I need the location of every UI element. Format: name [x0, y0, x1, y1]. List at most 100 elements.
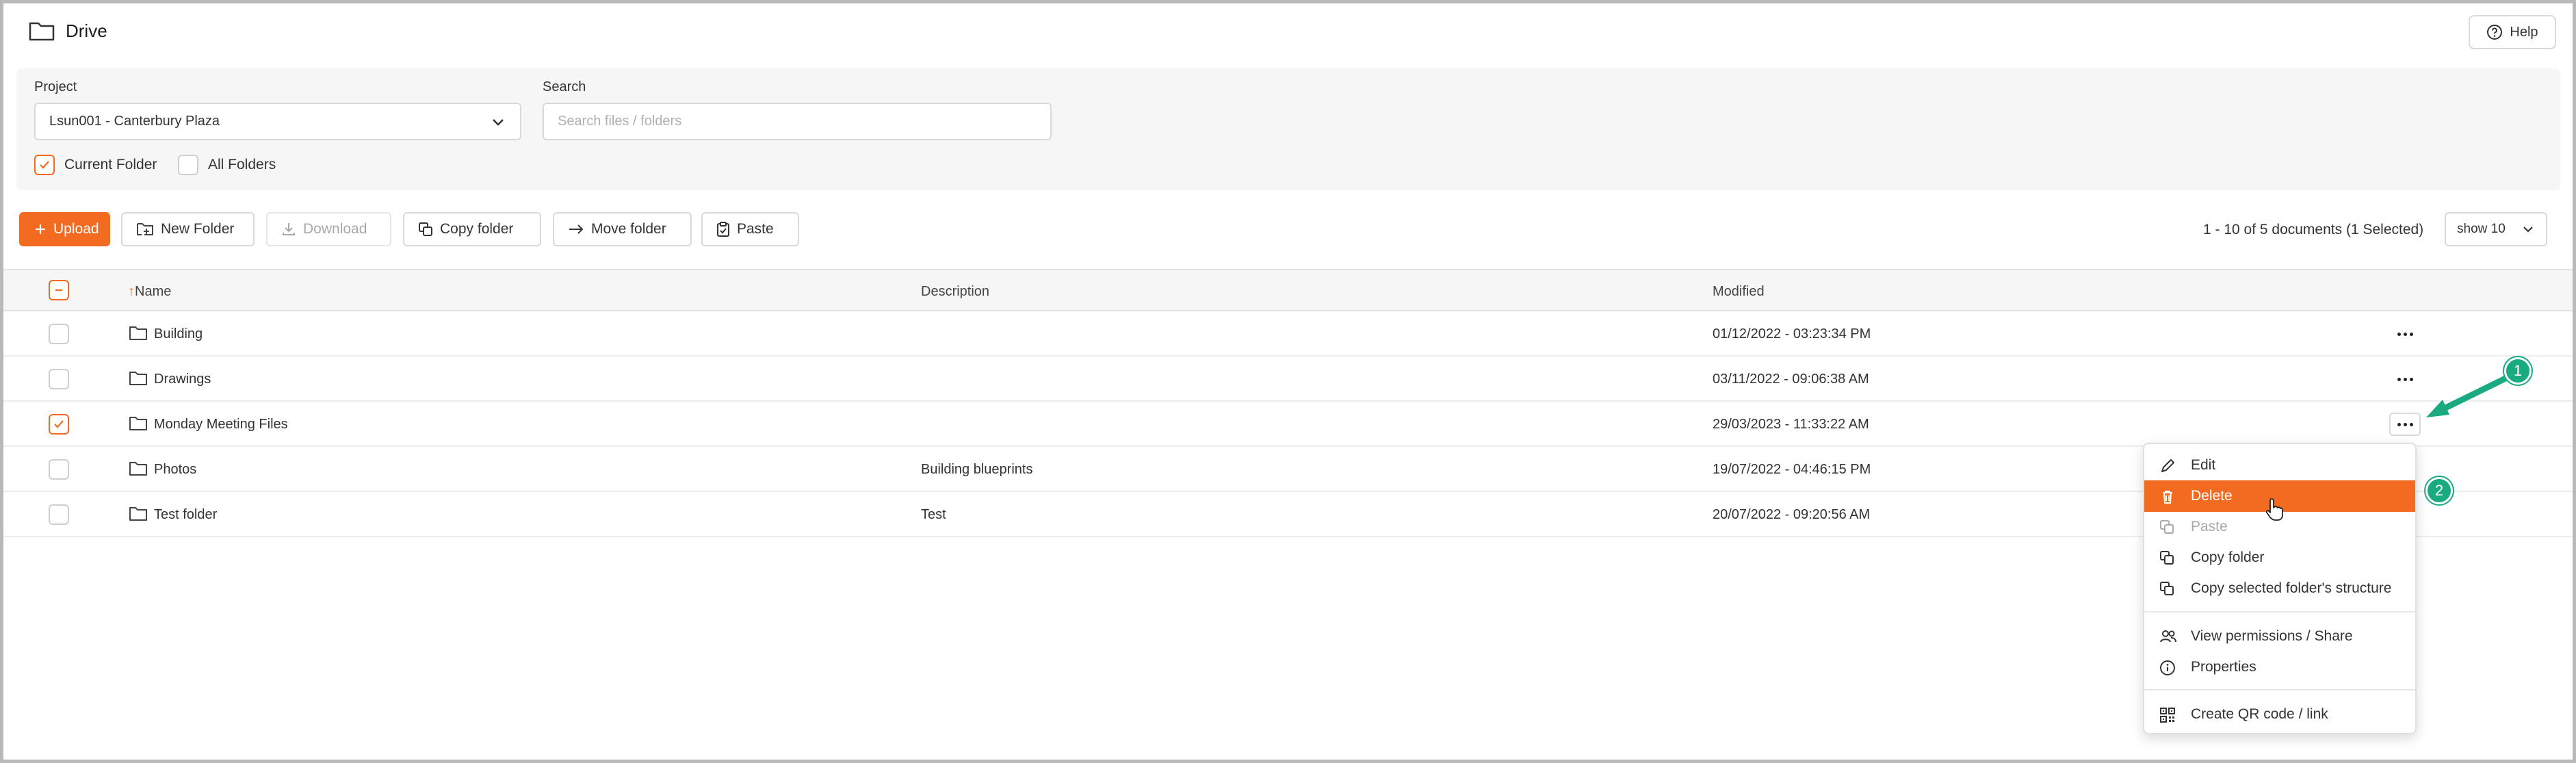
current-folder-option[interactable]: Current Folder — [34, 155, 157, 175]
plus-icon — [34, 223, 47, 235]
menu-item-label: Create QR code / link — [2191, 706, 2328, 722]
menu-item-label: Edit — [2191, 457, 2216, 473]
paste-button[interactable]: Paste — [701, 212, 799, 246]
users-icon — [2159, 629, 2177, 644]
search-label: Search — [543, 79, 586, 94]
row-modified: 01/12/2022 - 03:23:34 PM — [1713, 326, 1871, 341]
copy-icon — [418, 222, 433, 237]
annotation-step-1: 1 — [2504, 357, 2532, 385]
table-header: ↑Name Description Modified — [3, 269, 2573, 311]
arrow-right-icon — [568, 223, 584, 235]
trash-icon — [2159, 489, 2176, 505]
all-folders-option[interactable]: All Folders — [178, 155, 276, 175]
select-all-checkbox[interactable] — [49, 280, 69, 300]
menu-item-label: Properties — [2191, 659, 2256, 675]
all-folders-label: All Folders — [208, 157, 276, 172]
row-name[interactable]: Drawings — [154, 372, 211, 387]
row-name[interactable]: Building — [154, 326, 203, 342]
folder-plus-icon — [136, 222, 154, 237]
row-name[interactable]: Monday Meeting Files — [154, 417, 288, 432]
document-count: 1 - 10 of 5 documents (1 Selected) — [2203, 222, 2424, 237]
menu-item-properties[interactable]: Properties — [2144, 651, 2415, 683]
info-icon — [2159, 660, 2176, 676]
help-icon — [2486, 24, 2503, 40]
download-icon — [281, 222, 296, 237]
row-checkbox[interactable] — [49, 369, 69, 389]
row-modified: 20/07/2022 - 09:20:56 AM — [1713, 507, 1871, 522]
sort-ascending-icon: ↑ — [128, 284, 135, 299]
row-more-button[interactable] — [2389, 322, 2421, 346]
row-modified: 03/11/2022 - 09:06:38 AM — [1713, 372, 1869, 387]
folder-icon — [129, 506, 148, 522]
annotation-step-2: 2 — [2425, 477, 2453, 504]
row-checkbox[interactable] — [49, 459, 69, 480]
menu-item-label: Copy selected folder's structure — [2191, 580, 2392, 596]
menu-item-create-qr[interactable]: Create QR code / link — [2144, 699, 2415, 730]
row-name[interactable]: Test folder — [154, 507, 217, 523]
page-size-value: show 10 — [2457, 222, 2506, 236]
row-name[interactable]: Photos — [154, 462, 196, 478]
table-row[interactable]: Drawings 03/11/2022 - 09:06:38 AM — [3, 357, 2573, 402]
folder-icon — [129, 461, 148, 477]
column-name-label: Name — [135, 284, 172, 299]
annotation-arrow — [2422, 370, 2518, 424]
project-select[interactable]: Lsun001 - Canterbury Plaza — [34, 103, 521, 140]
menu-item-label: Paste — [2191, 519, 2228, 534]
menu-item-view-permissions[interactable]: View permissions / Share — [2144, 621, 2415, 652]
folder-icon — [129, 325, 148, 341]
paste-label: Paste — [737, 221, 774, 237]
move-folder-button[interactable]: Move folder — [553, 212, 692, 246]
row-checkbox[interactable] — [49, 414, 69, 435]
menu-item-edit[interactable]: Edit — [2144, 450, 2415, 481]
column-modified-header[interactable]: Modified — [1713, 284, 1765, 300]
row-more-button[interactable] — [2389, 413, 2421, 436]
row-checkbox[interactable] — [49, 324, 69, 344]
row-checkbox[interactable] — [49, 504, 69, 525]
column-description-header[interactable]: Description — [921, 284, 989, 300]
menu-item-label: View permissions / Share — [2191, 628, 2353, 644]
copy-folder-label: Copy folder — [440, 221, 514, 237]
copy-icon — [2159, 519, 2174, 534]
pencil-icon — [2159, 458, 2176, 474]
project-value: Lsun001 - Canterbury Plaza — [49, 114, 220, 129]
row-more-button[interactable] — [2389, 367, 2421, 391]
all-folders-checkbox[interactable] — [178, 155, 198, 175]
row-modified: 19/07/2022 - 04:46:15 PM — [1713, 462, 1871, 477]
folder-icon — [129, 415, 148, 432]
move-folder-label: Move folder — [591, 221, 666, 237]
clipboard-icon — [716, 221, 730, 237]
row-modified: 29/03/2023 - 11:33:22 AM — [1713, 417, 1869, 432]
new-folder-button[interactable]: New Folder — [121, 212, 255, 246]
menu-item-label: Copy folder — [2191, 549, 2265, 565]
table-row[interactable]: Monday Meeting Files 29/03/2023 - 11:33:… — [3, 402, 2573, 447]
hand-cursor-icon — [2266, 497, 2284, 521]
table-row[interactable]: Building 01/12/2022 - 03:23:34 PM — [3, 311, 2573, 357]
upload-button[interactable]: Upload — [19, 212, 110, 246]
chevron-down-icon — [2521, 222, 2535, 236]
chevron-down-icon — [490, 114, 506, 130]
search-input[interactable] — [543, 103, 1052, 140]
download-label: Download — [303, 221, 367, 237]
project-label: Project — [34, 79, 77, 94]
menu-item-copy-folder[interactable]: Copy folder — [2144, 542, 2415, 573]
new-folder-label: New Folder — [161, 221, 235, 237]
column-name-header[interactable]: ↑Name — [128, 284, 171, 300]
folder-icon — [29, 21, 55, 41]
menu-divider — [2144, 611, 2415, 612]
menu-item-label: Delete — [2191, 488, 2233, 504]
context-menu: Edit Delete Paste Copy folder Copy selec… — [2143, 443, 2417, 734]
copy-icon — [2159, 550, 2174, 565]
page-title: Drive — [66, 21, 107, 41]
row-description: Test — [921, 507, 946, 522]
page-size-select[interactable]: show 10 — [2445, 212, 2547, 246]
current-folder-label: Current Folder — [64, 157, 157, 172]
download-button[interactable]: Download — [266, 212, 391, 246]
row-description: Building blueprints — [921, 462, 1033, 477]
menu-item-copy-structure[interactable]: Copy selected folder's structure — [2144, 573, 2415, 604]
copy-folder-button[interactable]: Copy folder — [403, 212, 541, 246]
current-folder-checkbox[interactable] — [34, 155, 55, 175]
help-button[interactable]: Help — [2469, 15, 2556, 49]
menu-divider — [2144, 689, 2415, 690]
folder-icon — [129, 370, 148, 387]
upload-label: Upload — [53, 221, 99, 237]
